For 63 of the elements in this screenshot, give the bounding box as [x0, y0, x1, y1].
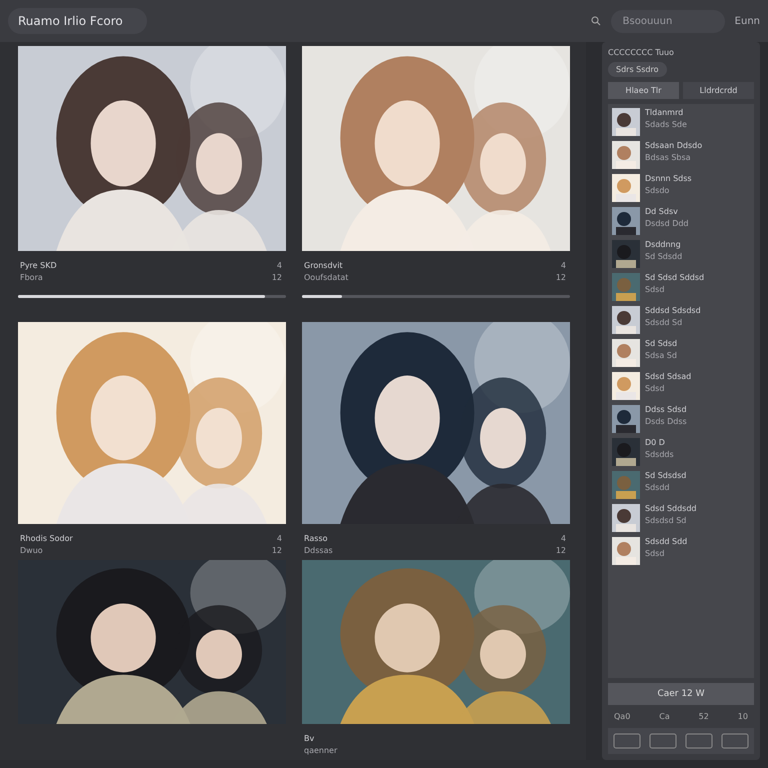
- item-title[interactable]: Sdsd Sddsdd: [645, 504, 697, 513]
- card-title: Gronsdvit: [304, 261, 343, 270]
- item-title[interactable]: Tldanmrd: [645, 108, 684, 117]
- card-title: Rasso: [304, 534, 328, 543]
- card-count: 4: [276, 261, 282, 270]
- item-subtitle: Sdsdsd Sd: [645, 516, 686, 525]
- item-title[interactable]: Sddsd Sdsdsd: [645, 306, 701, 315]
- card-subtitle: Ooufsdatat: [304, 273, 348, 282]
- item-title[interactable]: Dsnnn Sdss: [645, 174, 692, 183]
- card-count: 4: [276, 534, 282, 543]
- search-field[interactable]: Bsoouuun: [610, 10, 725, 32]
- card-title: Rhodis Sodor: [20, 534, 73, 543]
- card-subtitle: qaenner: [304, 746, 338, 755]
- control-label[interactable]: Ca: [659, 712, 670, 721]
- item-subtitle: Dsdsd Ddd: [645, 219, 689, 228]
- item-subtitle: Sdsd: [645, 549, 664, 558]
- card-title: Bv: [304, 734, 314, 743]
- control-label[interactable]: 10: [738, 712, 748, 721]
- item-subtitle: Sdsdd Sd: [645, 318, 682, 327]
- item-title[interactable]: Sd Sdsdsd: [645, 471, 686, 480]
- footer-button[interactable]: Caer 12 W: [608, 683, 754, 705]
- panel-heading: CCCCCCCC Tuuo: [608, 48, 675, 57]
- item-subtitle: Sdsa Sd: [645, 351, 677, 360]
- card-subtitle: Dwuo: [20, 546, 43, 555]
- frame-icon[interactable]: [648, 732, 678, 750]
- card-count: 12: [272, 273, 282, 282]
- frame-icon[interactable]: [612, 732, 642, 750]
- control-label[interactable]: 52: [698, 712, 709, 721]
- item-title[interactable]: Sdsdd Sdd: [645, 537, 688, 546]
- filter-chip[interactable]: Sdrs Ssdro: [608, 62, 666, 77]
- item-title[interactable]: Ddss Sdsd: [645, 405, 687, 414]
- item-subtitle: Sdsd: [645, 384, 664, 393]
- card-count: 12: [272, 546, 282, 555]
- item-subtitle: Bdsas Sbsa: [645, 153, 691, 162]
- item-title[interactable]: Sd Sdsd Sddsd: [645, 273, 704, 282]
- card-count: 12: [556, 546, 566, 555]
- card-count: 12: [556, 273, 566, 282]
- card-subtitle: Fbora: [20, 273, 43, 282]
- item-title[interactable]: Sdsaan Ddsdo: [645, 141, 702, 150]
- item-subtitle: Sd Sdsdd: [645, 252, 682, 261]
- frame-icon[interactable]: [684, 732, 714, 750]
- tab[interactable]: Lldrdcrdd: [683, 82, 754, 99]
- item-subtitle: Sdads Sde: [645, 120, 687, 129]
- item-subtitle: Sdsdo: [645, 186, 670, 195]
- item-subtitle: Sdsdds: [645, 450, 674, 459]
- account-label: Eunn: [734, 16, 760, 26]
- item-subtitle: Sdsdd: [645, 483, 670, 492]
- item-subtitle: Sdsd: [645, 285, 664, 294]
- item-subtitle: Dsds Ddss: [645, 417, 687, 426]
- item-title[interactable]: Dsddnng: [645, 240, 681, 249]
- app-title: Ruamo Irlio Fcoro: [8, 8, 147, 34]
- item-title[interactable]: Sdsd Sdsad: [645, 372, 692, 381]
- card-subtitle: Ddssas: [304, 546, 333, 555]
- frame-icon[interactable]: [720, 732, 750, 750]
- control-label[interactable]: Qa0: [614, 712, 630, 721]
- tab[interactable]: Hlaeo Tlr: [608, 82, 679, 99]
- item-title[interactable]: Sd Sdsd: [645, 339, 678, 348]
- card-count: 4: [560, 261, 566, 270]
- card-count: 4: [560, 534, 566, 543]
- search-icon: [590, 16, 601, 26]
- card-title: Pyre SKD: [20, 261, 57, 270]
- item-title[interactable]: D0 D: [645, 438, 665, 447]
- item-title[interactable]: Dd Sdsv: [645, 207, 678, 216]
